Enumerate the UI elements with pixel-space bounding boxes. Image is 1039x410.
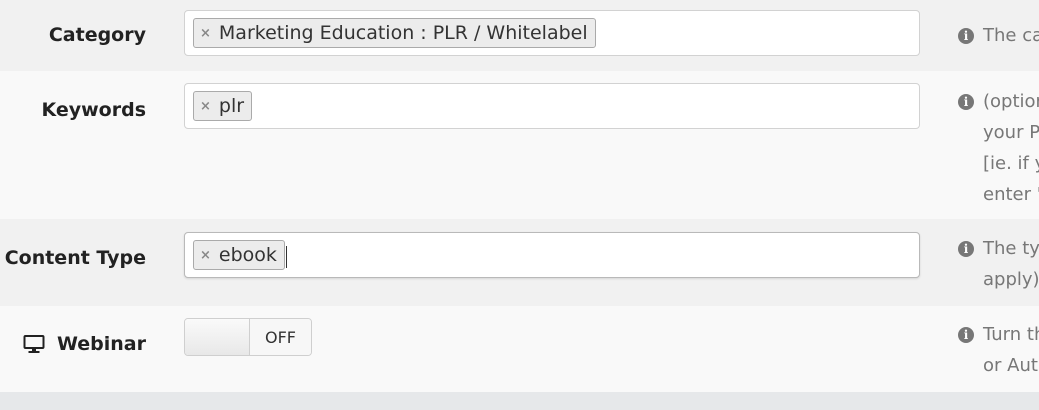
webinar-toggle[interactable]: OFF [184, 318, 312, 356]
keywords-label: Keywords [41, 99, 146, 121]
category-help: i The ca [958, 20, 1039, 51]
keyword-tag: × plr [193, 91, 253, 121]
webinar-row: Webinar OFF i Turn th or Aut [0, 306, 1039, 392]
category-row: Category × Marketing Education : PLR / W… [0, 0, 1039, 71]
content-type-help-line: The ty [983, 238, 1039, 259]
content-type-label: Content Type [4, 247, 146, 269]
webinar-help-line: or Aut [983, 355, 1038, 376]
content-type-input[interactable]: × ebook [184, 232, 920, 278]
webinar-label: Webinar [23, 333, 146, 355]
keywords-help-line: (optior [983, 91, 1039, 112]
info-icon: i [958, 241, 974, 257]
keywords-help-line: [ie. if y [983, 153, 1039, 174]
monitor-icon [23, 335, 45, 353]
toggle-knob[interactable] [185, 319, 250, 355]
info-icon: i [958, 28, 974, 44]
content-type-help-line: apply) [983, 269, 1039, 290]
category-tag: × Marketing Education : PLR / Whitelabel [193, 18, 596, 48]
info-icon: i [958, 94, 974, 110]
category-label: Category [48, 24, 146, 46]
remove-tag-icon[interactable]: × [200, 248, 211, 263]
remove-tag-icon[interactable]: × [200, 26, 211, 41]
keywords-help: i (optior your P [ie. if y enter ' [958, 86, 1039, 210]
keywords-row: Keywords × plr i (optior your P [ie. if y… [0, 71, 1039, 219]
toggle-state-label: OFF [250, 319, 311, 355]
category-tag-label: Marketing Education : PLR / Whitelabel [218, 22, 588, 44]
webinar-label-text: Webinar [57, 333, 146, 355]
keywords-input[interactable]: × plr [184, 83, 920, 129]
text-cursor [286, 246, 287, 268]
remove-tag-icon[interactable]: × [200, 99, 211, 114]
keywords-help-line: enter ' [983, 184, 1039, 205]
webinar-help-line: Turn th [983, 324, 1039, 345]
content-type-tag-label: ebook [218, 244, 277, 266]
keyword-tag-label: plr [218, 95, 245, 117]
info-icon: i [958, 327, 974, 343]
content-type-tag: × ebook [193, 240, 285, 270]
category-select[interactable]: × Marketing Education : PLR / Whitelabel [184, 10, 920, 56]
content-type-help: i The ty apply) [958, 233, 1039, 295]
keywords-help-line: your P [983, 122, 1039, 143]
category-help-text: The ca [983, 25, 1039, 46]
content-type-row: Content Type × ebook i The ty apply) [0, 219, 1039, 306]
webinar-help: i Turn th or Aut [958, 319, 1039, 381]
